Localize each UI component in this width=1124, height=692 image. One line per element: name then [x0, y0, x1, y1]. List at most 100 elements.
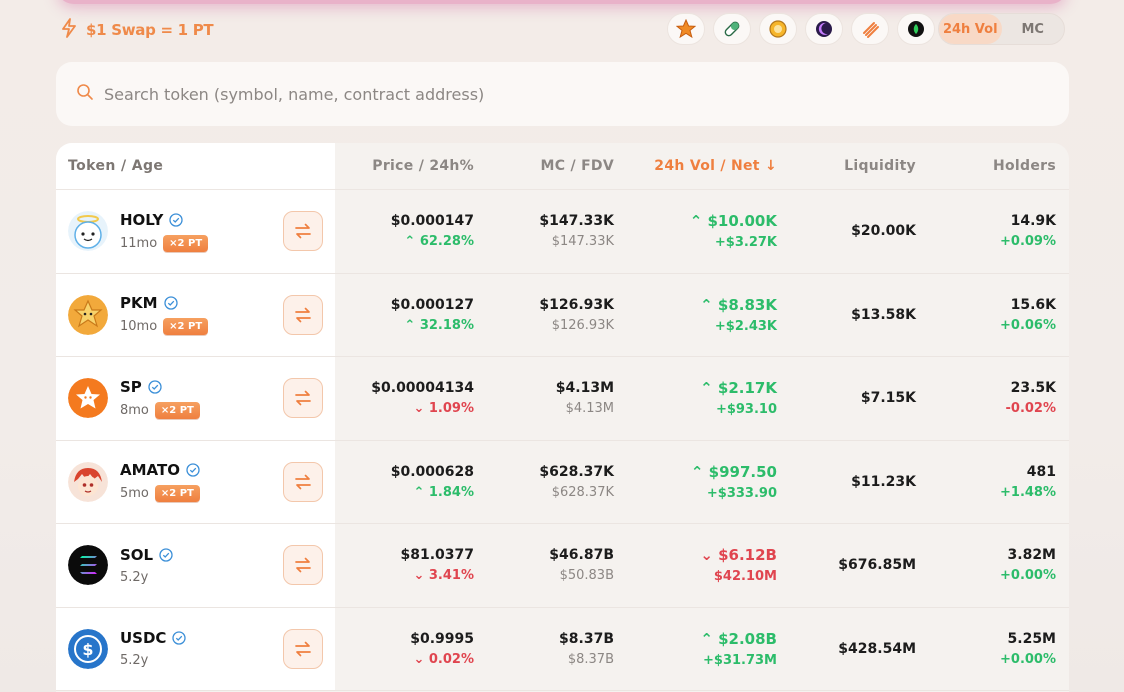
- token-symbol: SP: [120, 377, 142, 396]
- toggle-24h-vol[interactable]: 24h Vol: [939, 14, 1002, 44]
- points-badge: ×2 PT: [154, 401, 200, 419]
- price-value: $81.0377: [400, 547, 474, 564]
- table-row[interactable]: PKM 10mo ×2 PT $0.000127 ⌃ 32.18% $126.9…: [56, 273, 1069, 357]
- fdv-value: $628.37K: [551, 484, 614, 500]
- verified-icon: [172, 631, 187, 645]
- token-age: 10mo: [120, 319, 158, 335]
- holders-cell: 23.5K -0.02%: [916, 357, 1068, 440]
- table-row[interactable]: HOLY 11mo ×2 PT $0.000147 ⌃ 62.28% $147.…: [56, 190, 1069, 274]
- sort-arrow-icon: ↓: [764, 158, 777, 174]
- header-token-age[interactable]: Token / Age: [56, 143, 335, 189]
- swap-button[interactable]: [283, 628, 323, 669]
- price-cell: $81.0377 ⌄ 3.41%: [335, 524, 474, 607]
- swap-icon: [295, 223, 311, 239]
- price-cell: $0.000147 ⌃ 62.28%: [335, 190, 474, 273]
- vol-value: ⌃ $2.08B: [700, 629, 777, 648]
- toggle-mc[interactable]: MC: [1002, 14, 1065, 44]
- vol-value: ⌃ $10.00K: [689, 212, 777, 231]
- coin-token-chip[interactable]: [759, 13, 797, 45]
- holy-avatar: [68, 211, 108, 252]
- table-row[interactable]: $ USDC 5.2y $0.9995 ⌄ 0.02% $8.37B $8.37…: [56, 607, 1069, 691]
- header-vol-net[interactable]: 24h Vol / Net ↓: [614, 143, 777, 189]
- swap-icon: [295, 557, 311, 573]
- vol-cell: ⌃ $10.00K +$3.27K: [614, 190, 777, 273]
- token-age: 5mo: [120, 486, 149, 502]
- vol-cell: ⌃ $2.08B +$31.73M: [614, 608, 777, 691]
- star-token-chip[interactable]: [667, 13, 705, 45]
- green-token-chip[interactable]: [897, 13, 935, 45]
- net-value: $42.10M: [713, 569, 777, 585]
- fdv-value: $147.33K: [551, 234, 614, 250]
- header-vol-label: 24h Vol / Net: [654, 158, 760, 174]
- mc-value: $126.93K: [539, 296, 614, 313]
- green-token-icon: [908, 21, 924, 37]
- mc-cell: $147.33K $147.33K: [474, 190, 614, 273]
- moon-token-chip[interactable]: [805, 13, 843, 45]
- token-symbol: SOL: [120, 545, 154, 564]
- swap-button[interactable]: [283, 461, 323, 502]
- svg-text:$: $: [82, 640, 93, 659]
- table-row[interactable]: SOL 5.2y $81.0377 ⌄ 3.41% $46.87B $50.83…: [56, 524, 1069, 608]
- liquidity-cell: $11.23K: [777, 441, 916, 524]
- swap-button[interactable]: [283, 545, 323, 586]
- fdv-value: $126.93K: [551, 317, 614, 333]
- verified-icon: [169, 213, 184, 227]
- vol-value: ⌃ $2.17K: [700, 379, 777, 398]
- table-row[interactable]: AMATO 5mo ×2 PT $0.000628 ⌃ 1.84% $628.3…: [56, 440, 1069, 524]
- token-cell: PKM 10mo ×2 PT: [56, 273, 335, 356]
- fdv-value: $8.37B: [567, 651, 614, 667]
- mc-cell: $46.87B $50.83B: [474, 524, 614, 607]
- pill-token-chip[interactable]: [713, 13, 751, 45]
- vol-cell: ⌃ $2.17K +$93.10: [614, 357, 777, 440]
- token-symbol: PKM: [120, 294, 158, 313]
- price-change: ⌄ 3.41%: [413, 568, 474, 584]
- vol-value: ⌄ $6.12B: [700, 546, 777, 565]
- star-token-icon: [676, 19, 696, 39]
- price-cell: $0.9995 ⌄ 0.02%: [335, 608, 474, 691]
- holders-cell: 481 +1.48%: [916, 441, 1068, 524]
- token-symbol: HOLY: [120, 210, 164, 229]
- price-value: $0.00004134: [371, 380, 474, 397]
- header-liquidity[interactable]: Liquidity: [777, 143, 916, 189]
- fdv-value: $50.83B: [559, 568, 614, 584]
- liquidity-cell: $676.85M: [777, 524, 916, 607]
- mc-value: $8.37B: [559, 630, 614, 647]
- mc-value: $147.33K: [539, 213, 614, 230]
- holders-value: 3.82M: [1007, 547, 1056, 564]
- search-input[interactable]: [104, 84, 1004, 104]
- verified-icon: [186, 463, 200, 477]
- token-symbol: USDC: [120, 629, 167, 648]
- liquidity-value: $11.23K: [851, 473, 916, 490]
- price-value: $0.9995: [410, 630, 474, 647]
- mc-value: $628.37K: [539, 463, 614, 480]
- swap-button[interactable]: [283, 294, 323, 335]
- token-age: 11mo: [120, 235, 158, 251]
- token-cell: SOL 5.2y: [56, 524, 335, 607]
- pill-token-icon: [724, 21, 740, 37]
- holders-change: +0.00%: [1000, 568, 1056, 584]
- swap-button[interactable]: [283, 378, 323, 419]
- net-value: +$2.43K: [714, 318, 777, 334]
- net-value: +$333.90: [706, 485, 777, 501]
- header-mc-fdv[interactable]: MC / FDV: [474, 143, 614, 189]
- vol-value: ⌃ $997.50: [690, 462, 777, 481]
- header-price[interactable]: Price / 24h%: [335, 143, 474, 189]
- token-cell: $ USDC 5.2y: [56, 607, 335, 690]
- mc-cell: $126.93K $126.93K: [474, 274, 614, 357]
- token-cell: HOLY 11mo ×2 PT: [56, 190, 335, 273]
- verified-icon: [163, 296, 178, 310]
- liquidity-value: $13.58K: [851, 306, 916, 323]
- swap-button[interactable]: [283, 211, 323, 252]
- table-header: Token / Age Price / 24h% MC / FDV 24h Vo…: [56, 143, 1069, 190]
- header-holders[interactable]: Holders: [916, 143, 1068, 189]
- token-cell: SP 8mo ×2 PT: [56, 357, 335, 440]
- points-badge: ×2 PT: [154, 485, 200, 503]
- table-row[interactable]: SP 8mo ×2 PT $0.00004134 ⌄ 1.09% $4.13M …: [56, 357, 1069, 441]
- promo-banner[interactable]: $1 Swap = 1 PT: [60, 18, 214, 42]
- swap-icon: [295, 307, 311, 323]
- stripes-token-chip[interactable]: [851, 13, 889, 45]
- liquidity-value: $676.85M: [838, 557, 916, 574]
- holders-change: +0.00%: [1000, 651, 1056, 667]
- holders-cell: 14.9K +0.09%: [916, 190, 1068, 273]
- holders-change: +0.09%: [1000, 234, 1056, 250]
